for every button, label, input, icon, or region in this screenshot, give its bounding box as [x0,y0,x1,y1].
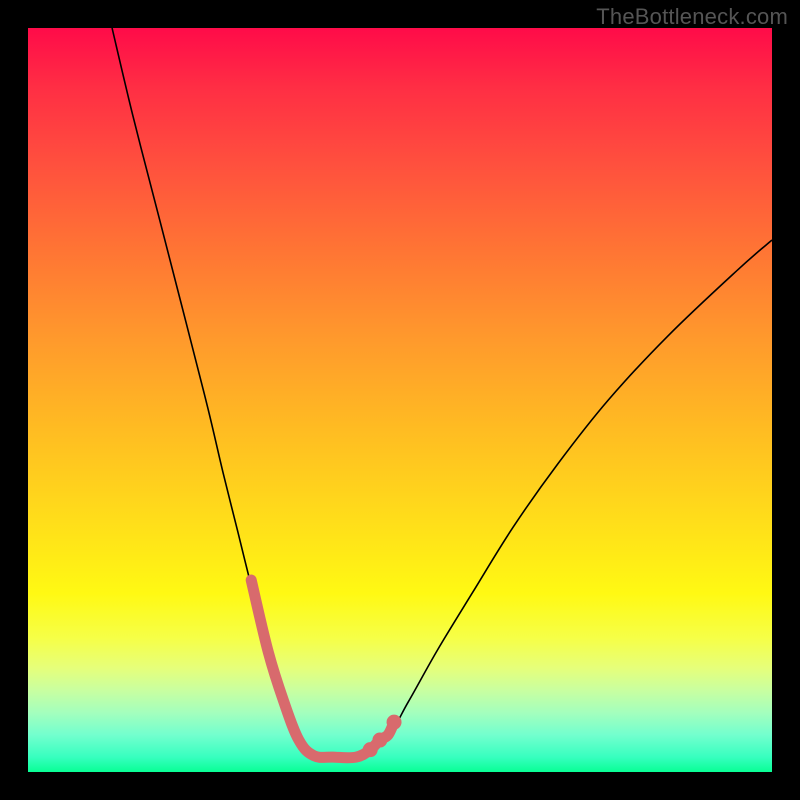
valley-accent-dots [363,715,402,758]
chart-plot-area [28,28,772,772]
chart-svg [28,28,772,772]
valley-accent-stroke [251,580,394,758]
valley-accent-dot [387,715,402,730]
watermark-text: TheBottleneck.com [596,4,788,30]
valley-accent-dot [372,733,387,748]
bottleneck-curve [112,28,772,759]
